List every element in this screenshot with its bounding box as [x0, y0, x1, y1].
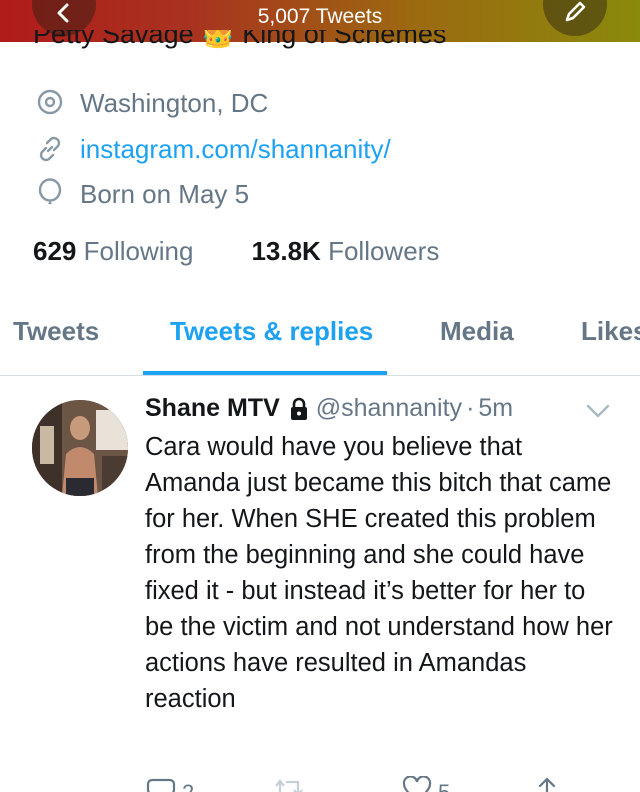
location-row: Washington, DC [34, 87, 268, 119]
reply-button[interactable]: 2 [146, 776, 194, 792]
dot-separator: · [466, 394, 475, 422]
tweet-author-name[interactable]: Shane MTV [145, 394, 280, 423]
followers-link[interactable]: 13.8K Followers [251, 236, 439, 266]
like-count: 5 [438, 780, 450, 792]
tweet-text: Cara would have you believe that Amanda … [145, 433, 613, 713]
share-icon [538, 777, 556, 792]
divider [0, 375, 640, 376]
location-pin-icon [34, 87, 66, 119]
share-button[interactable] [535, 776, 559, 792]
location-text: Washington, DC [80, 87, 269, 118]
following-count: 629 [33, 236, 77, 266]
balloon-icon [34, 178, 66, 210]
avatar[interactable] [32, 400, 128, 496]
following-link[interactable]: 629 Following [33, 236, 193, 266]
tab-media[interactable]: Media [440, 316, 514, 347]
birthday-text: Born on May 5 [80, 178, 250, 209]
followers-count: 13.8K [251, 236, 321, 266]
tweet-header: Shane MTV @shannanity · 5m [145, 394, 513, 423]
like-button[interactable]: 5 [402, 776, 450, 792]
tweet-actions: 2 5 [0, 770, 640, 792]
birthday-row: Born on May 5 [34, 178, 249, 210]
retweet-button[interactable] [272, 776, 312, 792]
link-icon [34, 133, 66, 165]
reply-count: 2 [182, 780, 194, 792]
tweet-timestamp: 5m [478, 394, 514, 422]
lock-icon [288, 397, 310, 421]
following-label: Following [83, 236, 194, 266]
tab-likes[interactable]: Likes [581, 316, 640, 347]
chevron-down-icon [586, 404, 610, 418]
tweet-author-handle[interactable]: @shannanity [316, 394, 462, 423]
heart-icon [402, 776, 432, 792]
tweet-menu-button[interactable] [585, 402, 611, 425]
tab-tweets-replies[interactable]: Tweets & replies [170, 316, 373, 347]
followers-label: Followers [328, 236, 440, 266]
profile-bio: Petty Savage 👑 King of Schemes [33, 30, 447, 49]
website-link[interactable]: instagram.com/shannanity/ [80, 134, 391, 165]
retweet-icon [275, 779, 303, 792]
compose-icon [565, 1, 586, 22]
profile-tabs: Tweets Tweets & replies Media Likes [0, 300, 640, 374]
tab-tweets[interactable]: Tweets [13, 316, 99, 347]
reply-icon [146, 778, 176, 792]
website-row: instagram.com/shannanity/ [34, 133, 391, 165]
follow-stats: 629 Following 13.8K Followers [33, 236, 439, 267]
